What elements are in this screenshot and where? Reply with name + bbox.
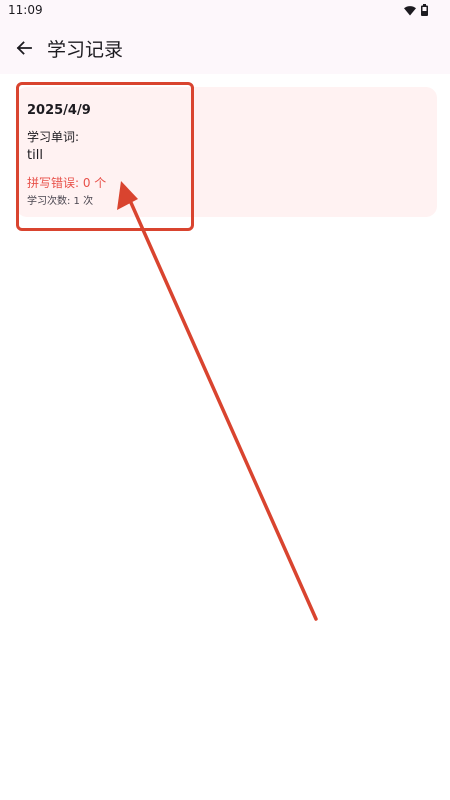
study-record-card[interactable]: 2025/4/9 学习单词: till 拼写错误: 0 个 学习次数: 1 次 bbox=[16, 87, 437, 217]
back-button[interactable] bbox=[10, 34, 38, 62]
spelling-errors: 拼写错误: 0 个 bbox=[27, 176, 107, 190]
arrow-back-icon bbox=[16, 41, 32, 55]
record-date: 2025/4/9 bbox=[27, 103, 91, 118]
studied-word: till bbox=[27, 148, 43, 163]
status-icons bbox=[404, 4, 428, 16]
page-title: 学习记录 bbox=[47, 39, 124, 61]
status-bar: 11:09 bbox=[0, 0, 450, 22]
study-count: 学习次数: 1 次 bbox=[27, 196, 94, 207]
battery-icon bbox=[421, 4, 428, 16]
top-app-bar: 学习记录 bbox=[0, 22, 450, 74]
studied-words-label: 学习单词: bbox=[27, 130, 80, 144]
status-time: 11:09 bbox=[8, 3, 43, 17]
wifi-icon bbox=[404, 5, 416, 15]
